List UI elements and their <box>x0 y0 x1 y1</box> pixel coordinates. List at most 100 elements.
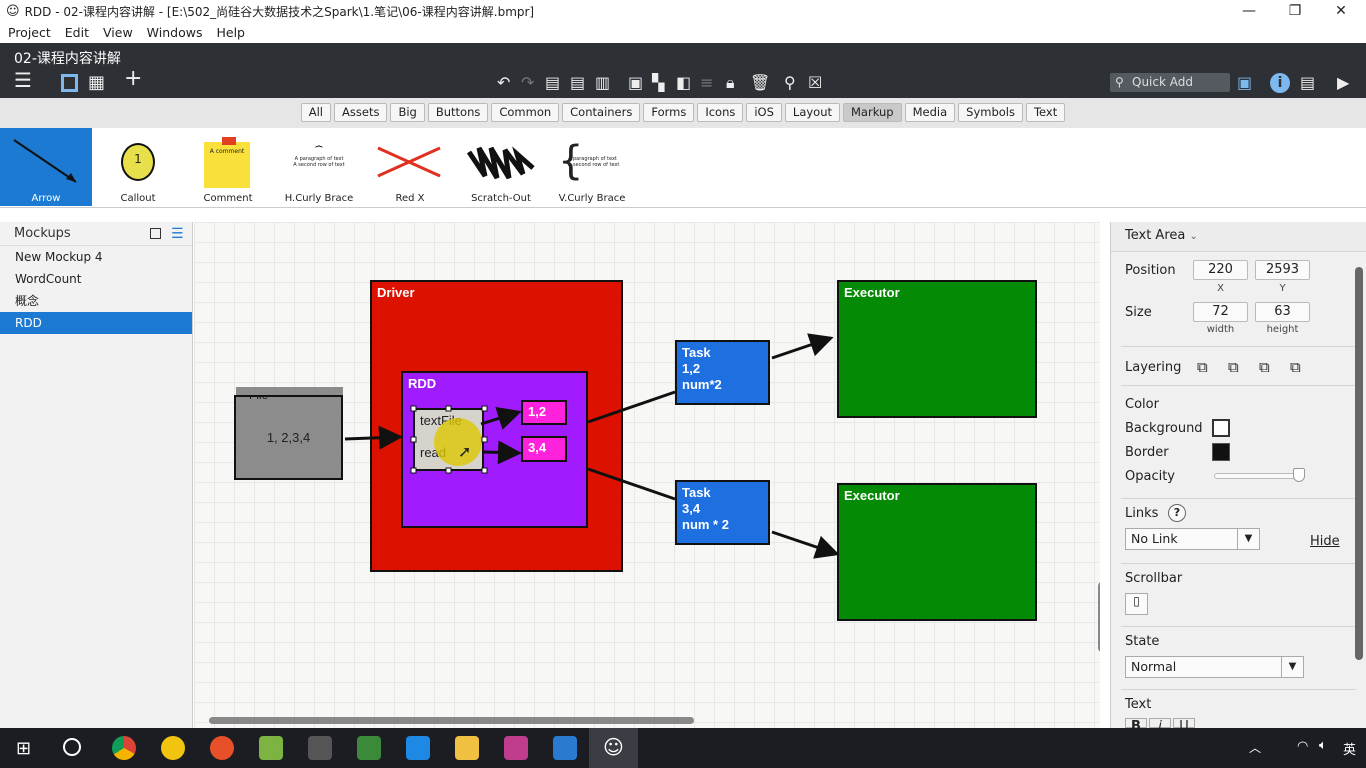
grid-view-icon[interactable]: ▦ <box>88 74 105 92</box>
app-icon[interactable] <box>308 736 332 760</box>
width-input[interactable]: 72 <box>1193 302 1248 322</box>
category-media[interactable]: Media <box>904 103 956 122</box>
app-icon[interactable] <box>210 736 234 760</box>
send-backward-icon[interactable]: ⧉ <box>1259 358 1270 376</box>
mockup-item[interactable]: WordCount <box>0 268 192 290</box>
group-icon[interactable]: ▣ <box>628 74 643 92</box>
category-icons[interactable]: Icons <box>697 103 744 122</box>
delete-icon[interactable]: 🗑︎ <box>750 74 770 92</box>
single-view-icon[interactable] <box>61 74 78 92</box>
quick-add-input[interactable]: Quick Add ⚲ <box>1110 73 1230 92</box>
close-button[interactable]: ✕ <box>1318 0 1364 22</box>
scrollbar-toggle[interactable]: ▯ <box>1125 593 1148 615</box>
file-explorer-icon[interactable] <box>455 736 479 760</box>
menu-project[interactable]: Project <box>8 25 51 40</box>
component-type-header[interactable]: Text Area ⌄ <box>1111 222 1366 252</box>
italic-button[interactable]: i <box>1149 718 1171 728</box>
ungroup-icon[interactable]: ▚ <box>652 74 664 92</box>
intellij-icon[interactable] <box>504 736 528 760</box>
category-containers[interactable]: Containers <box>562 103 641 122</box>
opacity-slider[interactable] <box>1214 473 1304 479</box>
help-icon[interactable]: ? <box>1168 504 1186 522</box>
user-icon[interactable]: ▣ <box>1237 74 1252 92</box>
library-red-x[interactable]: Red X <box>364 128 456 206</box>
present-icon[interactable]: ▶ <box>1337 74 1349 92</box>
bring-forward-icon[interactable]: ⧉ <box>1228 358 1239 376</box>
category-all[interactable]: All <box>300 103 332 122</box>
send-to-back-icon[interactable]: ⧉ <box>1290 358 1301 376</box>
menu-windows[interactable]: Windows <box>147 25 203 40</box>
wifi-icon[interactable]: ◠ <box>1297 739 1308 754</box>
library-arrow[interactable]: Arrow <box>0 128 92 206</box>
bring-to-front-icon[interactable]: ⧉ <box>1197 358 1208 376</box>
app-icon[interactable] <box>406 736 430 760</box>
menu-edit[interactable]: Edit <box>65 25 89 40</box>
state-dropdown[interactable]: Normal ▼ <box>1125 656 1304 678</box>
thumbnail-view-icon[interactable] <box>150 228 161 239</box>
app-icon[interactable] <box>553 736 577 760</box>
category-markup[interactable]: Markup <box>843 103 902 122</box>
category-assets[interactable]: Assets <box>334 103 388 122</box>
restore-button[interactable]: ❐ <box>1272 0 1318 22</box>
notes-icon[interactable]: ▤ <box>1300 74 1315 92</box>
background-color-swatch[interactable] <box>1212 419 1230 437</box>
volume-icon[interactable]: 🔈︎ <box>1319 738 1327 753</box>
clear-icon[interactable]: ☒ <box>808 74 822 92</box>
mockup-item[interactable]: New Mockup 4 <box>0 246 192 268</box>
library-v-curly-brace[interactable]: { A paragraph of text A second row of tex… <box>546 128 638 206</box>
list-view-icon[interactable]: ☰ <box>171 222 184 246</box>
balsamiq-taskbar-item[interactable]: ☺ <box>589 728 638 768</box>
hamburger-menu-icon[interactable]: ☰ <box>14 70 32 90</box>
search-icon[interactable]: ⚲ <box>784 74 796 92</box>
paste-icon[interactable]: ▥ <box>595 74 610 92</box>
category-forms[interactable]: Forms <box>643 103 695 122</box>
bring-front-icon[interactable]: ◧ <box>676 74 691 92</box>
align-icon[interactable]: ≡ <box>700 74 713 92</box>
redo-icon[interactable]: ↷ <box>521 74 534 92</box>
category-text[interactable]: Text <box>1025 103 1066 122</box>
add-icon[interactable]: + <box>124 68 142 90</box>
link-dropdown[interactable]: No Link ▼ <box>1125 528 1260 550</box>
search-circle-icon[interactable] <box>63 738 81 756</box>
library-callout[interactable]: 1 Callout <box>92 128 184 206</box>
tray-chevron-icon[interactable]: ︿ <box>1249 739 1261 756</box>
properties-scrollbar[interactable] <box>1355 267 1363 660</box>
category-buttons[interactable]: Buttons <box>427 103 489 122</box>
ime-indicator[interactable]: 英 <box>1343 739 1356 758</box>
undo-icon[interactable]: ↶ <box>497 74 510 92</box>
app-icon[interactable] <box>259 736 283 760</box>
copy-icon[interactable]: ▤ <box>570 74 585 92</box>
horizontal-scrollbar[interactable] <box>202 715 1090 725</box>
lock-icon[interactable]: 🔒︎ <box>726 74 735 92</box>
minimize-button[interactable]: — <box>1226 0 1272 22</box>
cut-icon[interactable]: ▤ <box>545 74 560 92</box>
category-common[interactable]: Common <box>491 103 560 122</box>
category-layout[interactable]: Layout <box>784 103 840 122</box>
underline-button[interactable]: U <box>1173 718 1195 728</box>
vertical-scrollbar-thumb[interactable] <box>1098 582 1100 652</box>
bold-button[interactable]: B <box>1125 718 1147 728</box>
windows-start-icon[interactable]: ⊞ <box>16 738 31 759</box>
category-symbols[interactable]: Symbols <box>958 103 1023 122</box>
mockup-item[interactable]: RDD <box>0 312 192 334</box>
library-h-curly-brace[interactable]: ⏞ A paragraph of text A second row of text… <box>273 128 365 206</box>
height-input[interactable]: 63 <box>1255 302 1310 322</box>
border-color-swatch[interactable] <box>1212 443 1230 461</box>
category-big[interactable]: Big <box>390 103 425 122</box>
menu-help[interactable]: Help <box>216 25 245 40</box>
mockup-item[interactable]: 概念 <box>0 290 192 312</box>
notepad-icon[interactable] <box>357 736 381 760</box>
y-input[interactable]: 2593 <box>1255 260 1310 280</box>
mockup-canvas[interactable]: File 1, 2,3,4 Driver RDD textFile read ➚… <box>194 222 1100 728</box>
category-ios[interactable]: iOS <box>746 103 782 122</box>
library-scratch-out[interactable]: Scratch-Out <box>455 128 547 206</box>
mindfusion-icon[interactable] <box>161 736 185 760</box>
library-comment[interactable]: A comment Comment <box>182 128 274 206</box>
scrollbar-thumb[interactable] <box>209 717 694 724</box>
menu-view[interactable]: View <box>103 25 133 40</box>
opacity-slider-thumb[interactable] <box>1293 468 1305 482</box>
chrome-icon[interactable] <box>112 736 136 760</box>
x-input[interactable]: 220 <box>1193 260 1248 280</box>
hide-link[interactable]: Hide <box>1310 534 1340 549</box>
info-icon[interactable]: i <box>1270 73 1290 93</box>
